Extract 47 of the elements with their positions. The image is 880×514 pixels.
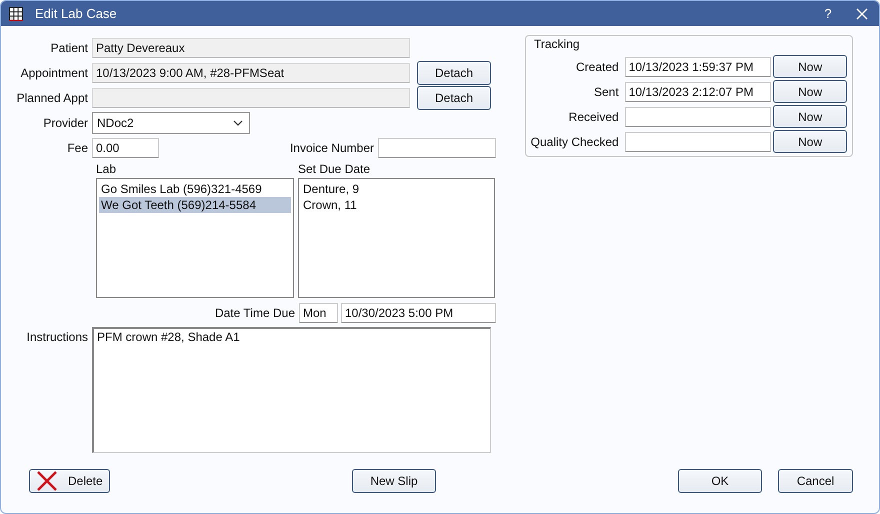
now-button[interactable]: Now <box>773 80 847 103</box>
provider-dropdown[interactable]: NDoc2 <box>92 112 250 134</box>
field-label: Sent <box>593 84 620 98</box>
date-time-due-field[interactable]: 10/30/2023 5:00 PM <box>341 302 496 322</box>
field-label: Planned Appt <box>16 90 89 104</box>
invoice-number-field[interactable] <box>378 138 496 158</box>
help-button[interactable]: ? <box>811 1 845 26</box>
new-slip-button[interactable]: New Slip <box>352 469 436 493</box>
cancel-button[interactable]: Cancel <box>778 469 853 493</box>
field-label: Fee <box>66 140 89 154</box>
date-field[interactable]: 10/13/2023 1:59:37 PM <box>624 56 772 76</box>
list-item[interactable]: Go Smiles Lab (596)321-4569 <box>99 181 291 197</box>
field-label: Received <box>568 110 620 124</box>
field-label: Patient <box>50 40 89 54</box>
list-label: Set Due Date <box>298 162 372 178</box>
delete-button[interactable]: Delete <box>29 469 110 493</box>
date-field[interactable]: 10/13/2023 2:12:07 PM <box>624 82 772 102</box>
day-field[interactable]: Mon <box>299 302 338 322</box>
instructions-field[interactable]: PFM crown #28, Shade A1 <box>92 327 491 453</box>
chevron-down-icon <box>233 120 243 126</box>
field-label: Date Time Due <box>214 306 296 320</box>
fee-field[interactable]: 0.00 <box>92 138 159 158</box>
ok-button[interactable]: OK <box>678 469 762 493</box>
field-label: Appointment <box>20 66 89 80</box>
grid-icon <box>9 6 23 20</box>
list-label: Lab <box>96 162 118 178</box>
list-item[interactable]: We Got Teeth (569)214-5584 <box>99 197 291 213</box>
detach-button[interactable]: Detach <box>417 86 491 110</box>
field-label: Invoice Number <box>290 140 375 154</box>
group-title: Tracking <box>533 37 581 53</box>
list-item[interactable]: Denture, 9 <box>301 181 492 197</box>
now-button[interactable]: Now <box>773 55 847 78</box>
field-label: Instructions <box>26 329 89 344</box>
list-item[interactable]: Crown, 11 <box>301 197 492 213</box>
field-label: Created <box>574 60 620 74</box>
appointment-field: 10/13/2023 9:00 AM, #28-PFMSeat <box>92 62 410 82</box>
close-icon <box>856 8 868 20</box>
detach-button[interactable]: Detach <box>417 60 491 84</box>
field-label: Provider <box>42 116 89 130</box>
date-field[interactable] <box>624 106 772 126</box>
field-label: Quality Checked <box>530 134 620 148</box>
window-title: Edit Lab Case <box>35 6 117 21</box>
close-icon <box>36 471 58 491</box>
date-field[interactable] <box>624 132 772 152</box>
now-button[interactable]: Now <box>773 130 847 153</box>
now-button[interactable]: Now <box>773 105 847 128</box>
patient-field: Patty Devereaux <box>92 38 410 58</box>
